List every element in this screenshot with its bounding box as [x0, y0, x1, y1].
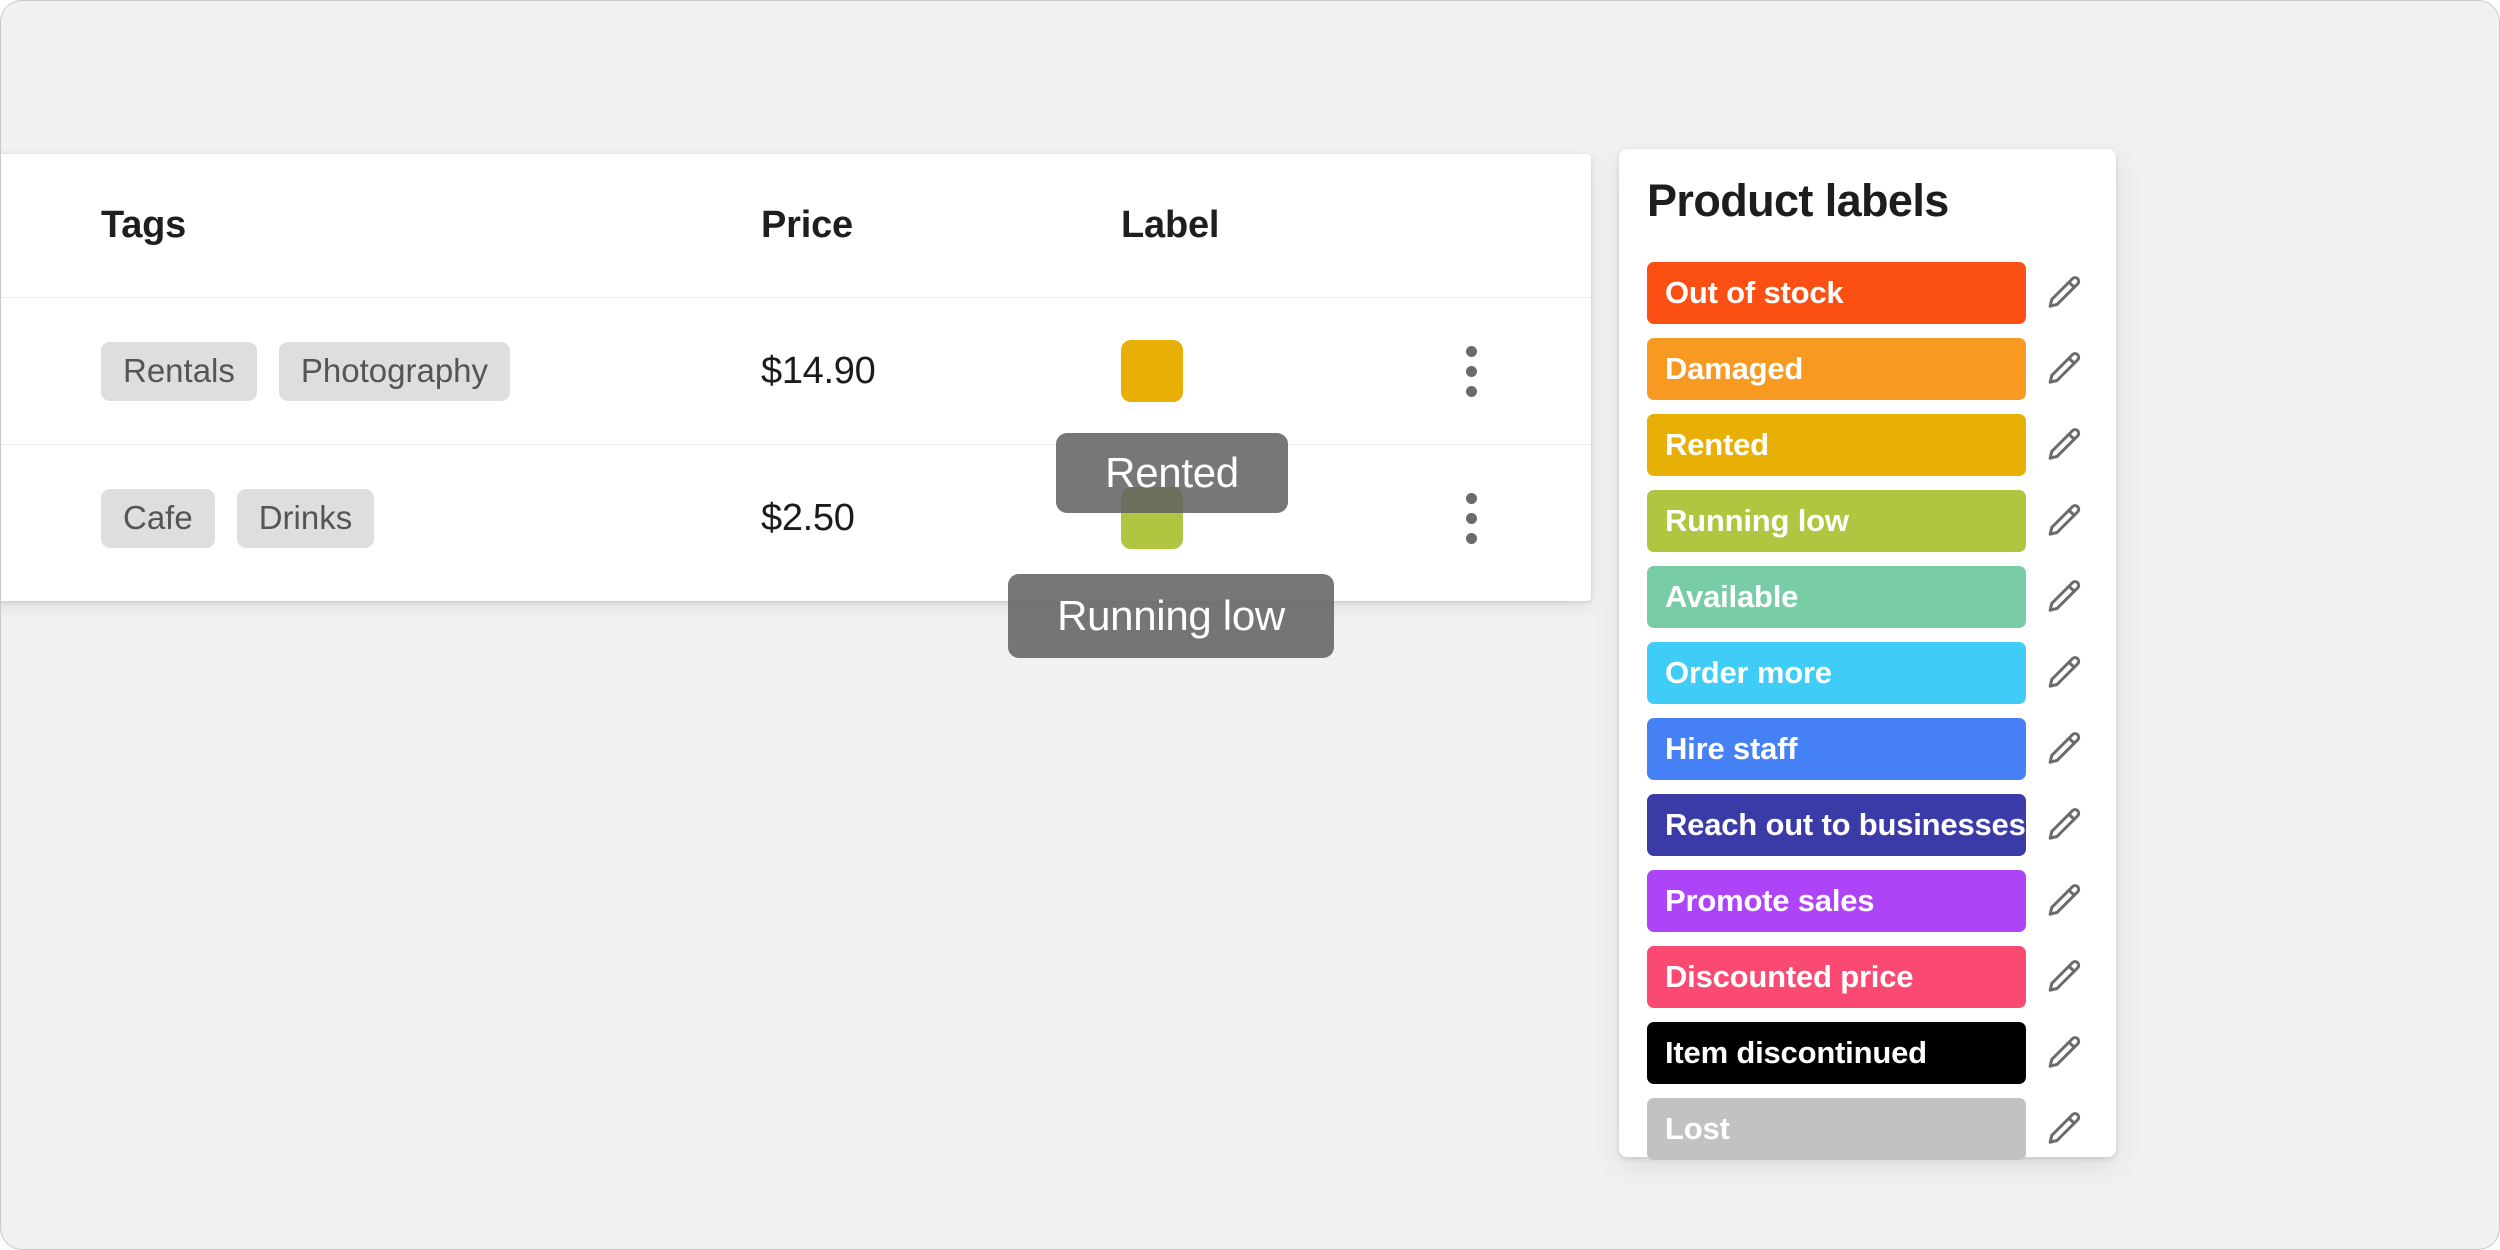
label-chip-text: Item discontinued — [1665, 1035, 1927, 1070]
label-color-swatch[interactable] — [1121, 340, 1183, 402]
tag-chip[interactable]: Rentals — [101, 341, 257, 401]
kebab-dot — [1465, 385, 1477, 397]
pencil-icon[interactable] — [2032, 642, 2094, 704]
label-list-item: Order more — [1647, 635, 2098, 711]
label-list-item: Available — [1647, 559, 2098, 635]
tag-chip[interactable]: Photography — [278, 341, 511, 401]
tag-list: Rentals Photography — [101, 341, 761, 401]
kebab-menu-icon[interactable] — [1441, 341, 1501, 401]
label-chip-text: Promote sales — [1665, 883, 1875, 918]
table-row[interactable]: Rentals Photography $14.90 — [1, 297, 1591, 444]
label-chip[interactable]: Order more — [1647, 642, 2026, 704]
label-list-item: Item discontinued — [1647, 1015, 2098, 1091]
label-chip-text: Lost — [1665, 1111, 1730, 1146]
tag-list: Cafe Drinks — [101, 488, 761, 548]
label-list-item: Damaged — [1647, 331, 2098, 407]
row-actions-cell — [1441, 488, 1591, 548]
label-chip[interactable]: Reach out to businesses — [1647, 794, 2026, 856]
kebab-dot — [1465, 345, 1477, 357]
label-chip[interactable]: Discounted price — [1647, 946, 2026, 1008]
pencil-icon[interactable] — [2032, 338, 2094, 400]
column-header-price: Price — [761, 204, 853, 246]
table-header-row: Tags Price Label — [1, 154, 1591, 297]
row-price-cell: $14.90 — [761, 350, 1121, 393]
label-list-item: Promote sales — [1647, 863, 2098, 939]
pencil-icon[interactable] — [2032, 490, 2094, 552]
label-chip-text: Order more — [1665, 655, 1832, 690]
label-chip[interactable]: Lost — [1647, 1098, 2026, 1160]
table-row[interactable]: Cafe Drinks $2.50 — [1, 444, 1591, 591]
label-chip-text: Out of stock — [1665, 275, 1844, 310]
label-list-item: Running low — [1647, 483, 2098, 559]
label-chip[interactable]: Item discontinued — [1647, 1022, 2026, 1084]
row-tags-cell: Rentals Photography — [1, 341, 761, 401]
label-chip-text: Available — [1665, 579, 1799, 614]
pencil-icon[interactable] — [2032, 262, 2094, 324]
kebab-menu-icon[interactable] — [1441, 488, 1501, 548]
kebab-dot — [1465, 512, 1477, 524]
label-chip[interactable]: Damaged — [1647, 338, 2026, 400]
label-chip[interactable]: Running low — [1647, 490, 2026, 552]
pencil-icon[interactable] — [2032, 1022, 2094, 1084]
pencil-icon[interactable] — [2032, 566, 2094, 628]
column-header-label: Label — [1121, 204, 1220, 246]
tag-chip[interactable]: Drinks — [236, 488, 375, 548]
products-table-card: Tags Price Label Rentals Photography $14… — [1, 154, 1591, 601]
price-value: $14.90 — [761, 349, 876, 392]
label-list: Out of stock Damaged Rented Running low Avai… — [1647, 255, 2098, 1167]
pencil-icon[interactable] — [2032, 946, 2094, 1008]
kebab-dot — [1465, 492, 1477, 504]
kebab-dot — [1465, 532, 1477, 544]
pencil-icon[interactable] — [2032, 414, 2094, 476]
label-chip[interactable]: Promote sales — [1647, 870, 2026, 932]
price-value: $2.50 — [761, 496, 855, 539]
pencil-icon[interactable] — [2032, 1098, 2094, 1160]
label-list-item: Rented — [1647, 407, 2098, 483]
label-chip-text: Damaged — [1665, 351, 1804, 386]
label-list-item: Lost — [1647, 1091, 2098, 1167]
tag-chip[interactable]: Cafe — [101, 488, 215, 548]
label-list-item: Hire staff — [1647, 711, 2098, 787]
row-label-cell — [1121, 340, 1441, 402]
row-actions-cell — [1441, 341, 1591, 401]
label-chip[interactable]: Available — [1647, 566, 2026, 628]
label-chip-text: Hire staff — [1665, 731, 1798, 766]
label-chip[interactable]: Hire staff — [1647, 718, 2026, 780]
panel-title: Product labels — [1647, 175, 1949, 226]
kebab-dot — [1465, 365, 1477, 377]
label-list-item: Reach out to businesses — [1647, 787, 2098, 863]
pencil-icon[interactable] — [2032, 794, 2094, 856]
label-chip-text: Reach out to businesses — [1665, 807, 2026, 842]
label-chip[interactable]: Rented — [1647, 414, 2026, 476]
tooltip-rented: Rented — [1056, 433, 1288, 513]
label-chip-text: Running low — [1665, 503, 1849, 538]
row-tags-cell: Cafe Drinks — [1, 488, 761, 548]
product-labels-panel: Product labels Out of stock Damaged Rented… — [1619, 149, 2116, 1160]
tooltip-running-low: Running low — [1008, 574, 1334, 658]
app-viewport: Tags Price Label Rentals Photography $14… — [0, 0, 2500, 1250]
label-chip-text: Rented — [1665, 427, 1769, 462]
column-header-tags-cell: Tags — [1, 204, 761, 247]
label-chip[interactable]: Out of stock — [1647, 262, 2026, 324]
label-list-item: Discounted price — [1647, 939, 2098, 1015]
column-header-label-cell: Label — [1121, 204, 1441, 247]
pencil-icon[interactable] — [2032, 870, 2094, 932]
pencil-icon[interactable] — [2032, 718, 2094, 780]
column-header-price-cell: Price — [761, 204, 1121, 247]
label-chip-text: Discounted price — [1665, 959, 1914, 994]
column-header-tags: Tags — [101, 204, 187, 246]
label-list-item: Out of stock — [1647, 255, 2098, 331]
